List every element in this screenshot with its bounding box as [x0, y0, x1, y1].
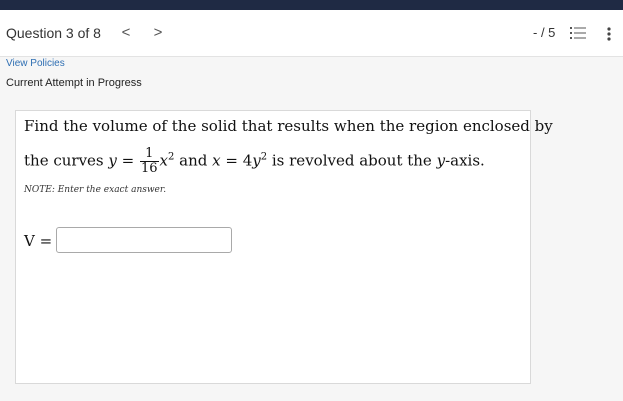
- y-variable-2: y: [252, 151, 261, 170]
- view-policies-link[interactable]: View Policies: [6, 58, 65, 69]
- problem-line-2: the curves y = 1 16 x2 and x = 4y2 is revo…: [24, 147, 485, 176]
- previous-question-button[interactable]: <: [116, 22, 136, 44]
- answer-input[interactable]: [56, 227, 232, 253]
- score-display: - / 5: [533, 25, 556, 40]
- note-text: NOTE: Enter the exact answer.: [24, 185, 167, 195]
- next-question-button[interactable]: >: [148, 22, 168, 44]
- axis-variable: y: [436, 151, 446, 170]
- equals-sign: =: [116, 151, 139, 170]
- attempt-status: Current Attempt in Progress: [6, 77, 142, 89]
- x-variable: x: [159, 151, 168, 170]
- and-text: and: [174, 151, 213, 170]
- more-vertical-icon[interactable]: [604, 25, 614, 43]
- axis-tail-text: -axis.: [445, 151, 485, 170]
- question-card: Find the volume of the solid that result…: [15, 110, 553, 384]
- fraction-denominator: 16: [140, 161, 158, 176]
- fraction-numerator: 1: [139, 147, 159, 162]
- fraction: 1 16: [139, 147, 159, 176]
- top-bar: [0, 0, 623, 10]
- question-header: Question 3 of 8 < > - / 5: [0, 10, 623, 57]
- list-icon[interactable]: [570, 26, 586, 40]
- x-variable-2: x: [212, 151, 221, 170]
- revolved-text: is revolved about the: [267, 151, 437, 170]
- answer-label: V =: [24, 232, 53, 250]
- problem-line-1: Find the volume of the solid that result…: [24, 117, 553, 135]
- equals-four: = 4: [220, 151, 253, 170]
- curves-lead-text: the curves: [24, 151, 109, 170]
- question-counter: Question 3 of 8: [6, 25, 101, 41]
- y-variable: y: [108, 151, 117, 170]
